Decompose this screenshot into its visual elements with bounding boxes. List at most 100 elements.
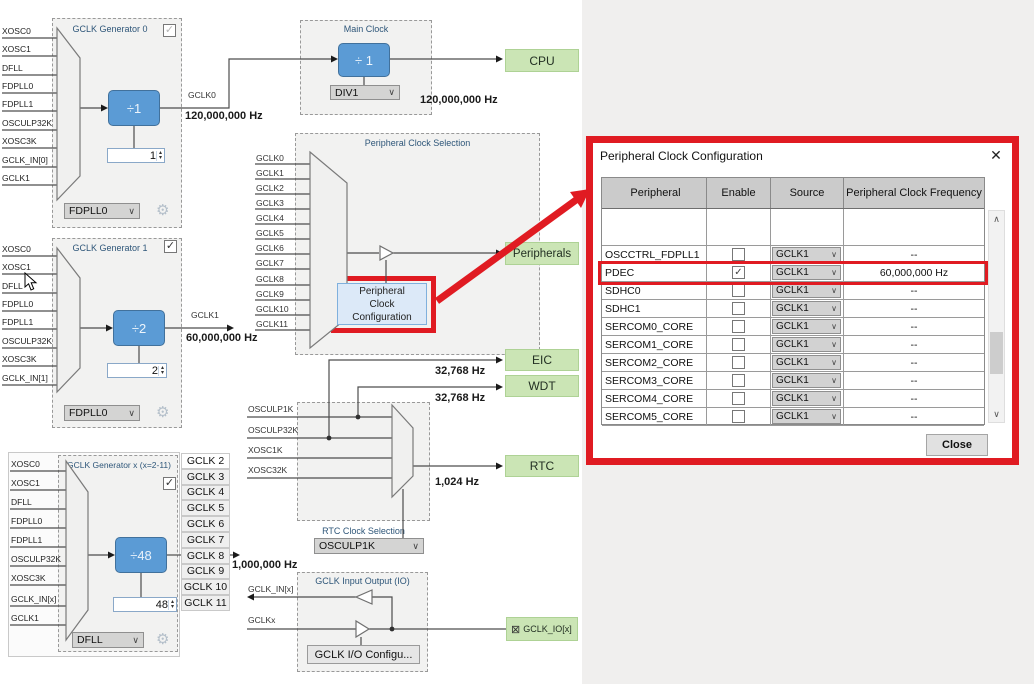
main-clock-div-value: DIV1 [335, 87, 358, 99]
gen0-divider-spinner[interactable]: 1 ▴▾ [107, 148, 165, 163]
enable-checkbox[interactable] [732, 320, 745, 333]
wdt-target-box: WDT [505, 375, 579, 397]
gen1-output-freq: 60,000,000 Hz [186, 332, 258, 344]
cell-peripheral: SERCOM5_CORE [602, 408, 707, 425]
enable-checkbox[interactable] [732, 374, 745, 387]
rtc-source-dropdown[interactable]: OSCULP1K ∨ [314, 538, 424, 554]
spinner-arrows-icon[interactable]: ▴▾ [168, 600, 176, 610]
gclk-list-item-8[interactable]: GCLK 8 [181, 548, 230, 564]
eic-freq-label: 32,768 Hz [435, 365, 485, 377]
enable-checkbox[interactable] [732, 284, 745, 297]
cell-peripheral: SERCOM0_CORE [602, 318, 707, 335]
gen1-input-label: GCLK_IN[1] [2, 373, 48, 383]
source-dropdown[interactable]: GCLK1∨ [772, 283, 841, 298]
rtc-target-box: RTC [505, 455, 579, 477]
enable-checkbox[interactable] [732, 410, 745, 423]
scroll-down-icon[interactable]: ∨ [989, 406, 1004, 422]
enable-checkbox[interactable] [732, 248, 745, 261]
gen0-source-value: FDPLL0 [69, 205, 108, 217]
chevron-down-icon: ∨ [831, 358, 837, 367]
gen1-settings-gear-icon[interactable]: ⚙ [156, 405, 169, 420]
genx-source-dropdown[interactable]: DFLL ∨ [72, 632, 144, 648]
cell-frequency: -- [844, 336, 984, 353]
main-clock-div-dropdown[interactable]: DIV1 ∨ [330, 85, 400, 100]
main-clock-title: Main Clock [300, 24, 432, 34]
source-dropdown[interactable]: GCLK1∨ [772, 337, 841, 352]
scroll-up-icon[interactable]: ∧ [989, 211, 1004, 227]
chevron-down-icon: ∨ [831, 394, 837, 403]
gclk-list-item-11[interactable]: GCLK 11 [181, 595, 230, 611]
scrollbar-thumb[interactable] [990, 332, 1003, 374]
periph-input-label: GCLK9 [256, 289, 284, 299]
col-header-enable: Enable [707, 178, 771, 208]
table-row: SERCOM5_CORE GCLK1∨ -- [602, 408, 984, 426]
genx-divider-spinner[interactable]: 48 ▴▾ [113, 597, 177, 612]
gclk-list-item-2[interactable]: GCLK 2 [181, 453, 230, 469]
spinner-arrows-icon[interactable]: ▴▾ [156, 151, 164, 161]
gclk-io-configure-button[interactable]: GCLK I/O Configu... [307, 645, 420, 664]
cell-frequency: -- [844, 408, 984, 425]
source-dropdown[interactable]: GCLK1∨ [772, 409, 841, 424]
gen0-source-dropdown[interactable]: FDPLL0 ∨ [64, 203, 140, 219]
gclk-list-item-4[interactable]: GCLK 4 [181, 485, 230, 501]
cpu-target-box: CPU [505, 49, 579, 72]
enable-checkbox[interactable] [732, 392, 745, 405]
table-row: SERCOM3_CORE GCLK1∨ -- [602, 372, 984, 390]
gclk-generator-x-checkbox[interactable]: ✓ [163, 477, 176, 490]
periph-input-label: GCLK10 [256, 304, 289, 314]
genx-settings-gear-icon[interactable]: ⚙ [156, 632, 169, 647]
spinner-arrows-icon[interactable]: ▴▾ [158, 366, 166, 376]
gclk-list-item-3[interactable]: GCLK 3 [181, 469, 230, 485]
gclk-list-item-9[interactable]: GCLK 9 [181, 564, 230, 580]
enable-checkbox[interactable] [732, 302, 745, 315]
peripheral-clock-configuration-button[interactable]: Peripheral Clock Configuration [337, 283, 427, 325]
gclk-io-target-box: ⊠ GCLK_IO[x] [506, 617, 578, 641]
genx-input-label: DFLL [11, 497, 32, 507]
source-dropdown[interactable]: GCLK1∨ [772, 355, 841, 370]
chevron-down-icon: ∨ [132, 635, 139, 646]
periph-input-label: GCLK5 [256, 228, 284, 238]
gclk-generator-1-title: GCLK Generator 1 [58, 243, 162, 253]
rtc-clock-selection-title: RTC Clock Selection [297, 526, 430, 536]
source-dropdown[interactable]: GCLK1∨ [772, 319, 841, 334]
chevron-down-icon: ∨ [128, 408, 135, 419]
close-icon[interactable]: ✕ [988, 147, 1004, 163]
cell-peripheral: SDHC1 [602, 300, 707, 317]
cell-peripheral: SERCOM2_CORE [602, 354, 707, 371]
gen0-settings-gear-icon[interactable]: ⚙ [156, 203, 169, 218]
gen1-divider-spinner[interactable]: 2 ▴▾ [107, 363, 167, 378]
wdt-freq-label: 32,768 Hz [435, 392, 485, 404]
table-scrollbar[interactable]: ∧ ∨ [988, 210, 1005, 423]
source-dropdown[interactable]: GCLK1∨ [772, 391, 841, 406]
gen0-input-label: FDPLL1 [2, 99, 33, 109]
gclk-generator-0-checkbox[interactable]: ✓ [163, 24, 176, 37]
source-dropdown[interactable]: GCLK1∨ [772, 373, 841, 388]
dialog-title: Peripheral Clock Configuration [600, 149, 763, 163]
gclk-generator-0-title: GCLK Generator 0 [58, 24, 162, 34]
table-row: SERCOM2_CORE GCLK1∨ -- [602, 354, 984, 372]
close-button[interactable]: Close [926, 434, 988, 456]
source-dropdown[interactable]: GCLK1∨ [772, 247, 841, 262]
cell-frequency: -- [844, 318, 984, 335]
table-row: SERCOM0_CORE GCLK1∨ -- [602, 318, 984, 336]
peripheral-clock-selection-title: Peripheral Clock Selection [295, 138, 540, 148]
cell-peripheral: SERCOM3_CORE [602, 372, 707, 389]
gclk-list-item-5[interactable]: GCLK 5 [181, 500, 230, 516]
btn-line: Clock [369, 298, 394, 311]
gen0-divider-box: ÷1 [108, 90, 160, 126]
gclk-list-item-6[interactable]: GCLK 6 [181, 516, 230, 532]
main-clock-divider-box: ÷ 1 [338, 43, 390, 77]
genx-input-label: OSCULP32K [11, 554, 61, 564]
gen1-source-dropdown[interactable]: FDPLL0 ∨ [64, 405, 140, 421]
genx-divider-box: ÷48 [115, 537, 167, 573]
gclk-generator-1-checkbox[interactable]: ✓ [164, 240, 177, 253]
enable-checkbox[interactable] [732, 338, 745, 351]
gclk-list-item-10[interactable]: GCLK 10 [181, 579, 230, 595]
gclk-list-item-7[interactable]: GCLK 7 [181, 532, 230, 548]
gclkx-label: GCLKx [248, 615, 275, 625]
cell-peripheral: SERCOM4_CORE [602, 390, 707, 407]
source-dropdown[interactable]: GCLK1∨ [772, 301, 841, 316]
gclk-in-label: GCLK_IN[x] [248, 584, 293, 594]
enable-checkbox[interactable] [732, 356, 745, 369]
periph-input-label: GCLK6 [256, 243, 284, 253]
